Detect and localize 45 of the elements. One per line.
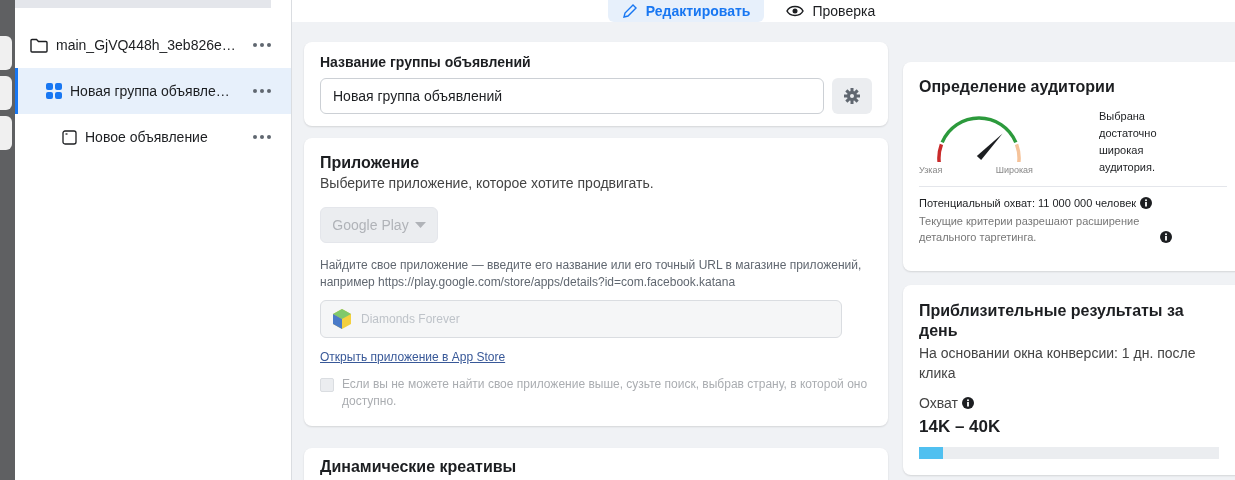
info-icon[interactable] <box>961 397 974 409</box>
ad-icon <box>62 129 77 145</box>
side-tab[interactable] <box>0 76 12 110</box>
tree-item-label: Новое объявление <box>85 129 209 145</box>
settings-button[interactable] <box>832 78 872 114</box>
more-icon[interactable] <box>253 43 271 47</box>
checkbox-label: Если вы не можете найти свое приложение выше, сузьте поиск, выбрав страну, в которой оно доступно. <box>342 376 869 410</box>
settings-icon <box>844 88 860 104</box>
hint-text: Найдите свое приложение — введите его название или его точный URL в магазине приложений, например https://play.google.com/store/apps/details?id=com.facebook.katana <box>320 257 863 291</box>
more-icon[interactable] <box>253 89 271 93</box>
info-icon[interactable] <box>1140 197 1153 209</box>
reach-range: 14K – 40K <box>919 417 1002 437</box>
tree-item[interactable]: main_GjVQ448h_3eb826e… <box>15 22 291 68</box>
tree-item-label: Новая группа объявле… <box>70 83 231 99</box>
section-title: Определение аудитории <box>919 78 1116 96</box>
more-icon[interactable] <box>253 135 271 139</box>
name-field[interactable]: Новая группа объявлений <box>320 78 824 114</box>
app-icon <box>331 308 353 330</box>
metric-label: Охват <box>919 395 958 411</box>
gauge-max-label: Широкая <box>995 165 1033 175</box>
side-tab[interactable] <box>0 36 12 70</box>
tree-item[interactable]: Новое объявление <box>15 114 291 160</box>
section-subtitle: На основании окна конверсии: 1 дн. после клика <box>919 344 1197 383</box>
eye-icon <box>786 5 805 17</box>
scrollbar[interactable] <box>15 0 271 8</box>
app-store-link[interactable]: Открыть приложение в App Store <box>320 350 506 364</box>
section-title: Приблизительные результаты за день <box>919 301 1185 341</box>
gauge-min-label: Узкая <box>919 165 943 175</box>
grid-icon <box>46 83 62 99</box>
note-text: Текущие критерии разрешают расширение детального таргетинга. <box>919 214 1141 245</box>
section-title: Приложение <box>320 154 421 172</box>
tree-item[interactable]: Новая группа объявле… <box>15 68 291 114</box>
tab[interactable]: Редактировать <box>607 0 765 22</box>
section-title: Динамические креативы <box>320 458 518 476</box>
section-subtitle: Выберите приложение, которое хотите продвигать. <box>320 175 655 191</box>
caret-icon <box>414 222 426 228</box>
side-tab[interactable] <box>0 116 12 150</box>
info-icon[interactable] <box>1160 231 1172 243</box>
verdict-text: Выбрана достаточно широкая аудитория. <box>1099 109 1158 175</box>
tree-item-label: main_GjVQ448h_3eb826e… <box>56 37 237 53</box>
folder-icon <box>30 37 48 53</box>
tab[interactable]: Проверка <box>772 0 890 22</box>
reach-text: Потенциальный охват: 11 000 000 человек <box>919 197 1137 209</box>
field-label: Название группы объявлений <box>320 54 532 70</box>
pencil-icon <box>621 3 638 19</box>
